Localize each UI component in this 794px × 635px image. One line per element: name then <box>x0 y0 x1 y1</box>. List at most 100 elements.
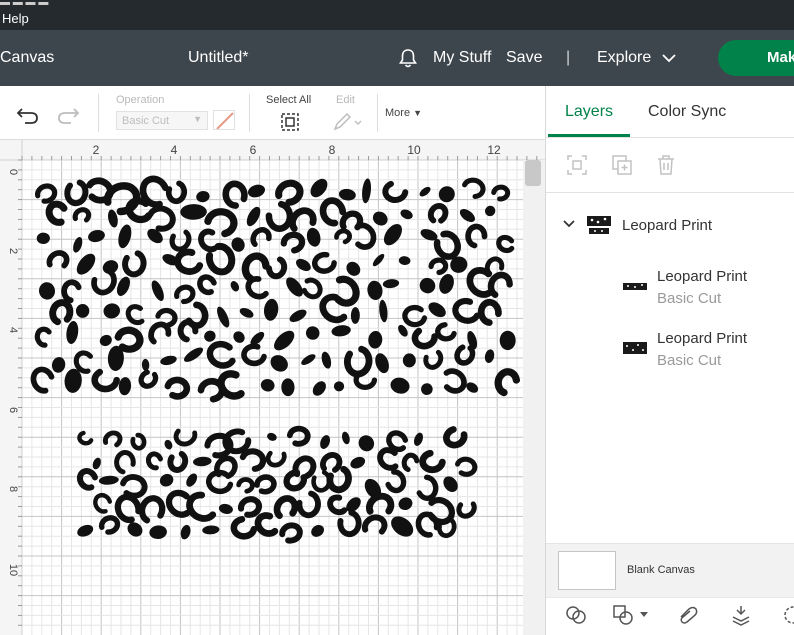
blank-canvas-thumbnail[interactable] <box>558 551 616 590</box>
undo-icon[interactable] <box>16 106 40 126</box>
collapse-chevron-icon[interactable] <box>562 219 576 229</box>
blank-canvas-label: Blank Canvas <box>627 564 695 576</box>
leopard-spot <box>250 227 272 248</box>
leopard-spot <box>353 369 378 390</box>
ruler-top-label: 8 <box>329 143 336 157</box>
chevron-down-icon[interactable] <box>661 52 677 64</box>
leopard-spot <box>114 326 144 353</box>
leopard-spot <box>233 331 245 343</box>
canvas-breadcrumb[interactable]: Canvas <box>0 49 54 67</box>
color-swatch[interactable] <box>213 110 235 130</box>
duplicate-icon[interactable] <box>610 153 634 177</box>
layer-name[interactable]: Leopard Print <box>657 330 747 347</box>
design-canvas[interactable]: 2 4 6 8 10 12 0 2 4 6 8 10 <box>0 140 545 635</box>
leopard-spot <box>496 234 515 254</box>
leopard-spot <box>130 432 147 451</box>
edit-pencil-icon[interactable] <box>332 112 364 132</box>
operation-value: Basic Cut <box>122 115 170 127</box>
leopard-spot <box>398 256 411 265</box>
layers-panel: Layers Color Sync Leopard Print Leopard … <box>545 86 794 635</box>
save-button[interactable]: Save <box>506 49 542 67</box>
ruler-top-label: 12 <box>487 143 501 157</box>
combine-caret-icon[interactable] <box>639 611 649 619</box>
leopard-spot <box>320 435 331 449</box>
layer-name[interactable]: Leopard Print <box>657 268 747 285</box>
slice-icon[interactable] <box>565 604 587 626</box>
operation-label: Operation <box>116 94 165 106</box>
ruler-left-label: 6 <box>7 407 19 413</box>
tab-color-sync[interactable]: Color Sync <box>648 103 726 121</box>
leopard-spot <box>421 383 433 396</box>
leopard-spot <box>499 330 516 351</box>
leopard-spot <box>77 430 94 446</box>
leopard-spot <box>428 257 449 276</box>
layer-operation: Basic Cut <box>657 352 722 369</box>
leopard-spot <box>321 351 332 369</box>
ruler-left-label: 8 <box>7 486 19 492</box>
leopard-spot <box>265 450 287 468</box>
my-stuff-link[interactable]: My Stuff <box>433 49 491 67</box>
operation-select[interactable]: Basic Cut ▼ <box>116 111 208 130</box>
attach-icon[interactable] <box>677 604 699 626</box>
leopard-spot <box>484 205 496 217</box>
leopard-print-top[interactable] <box>30 175 521 403</box>
ruler-top-label: 10 <box>407 143 421 157</box>
make-button[interactable]: Mak <box>718 40 794 76</box>
leopard-spot <box>164 439 173 450</box>
document-title[interactable]: Untitled* <box>188 49 248 67</box>
leopard-spot <box>337 509 362 538</box>
ruler-left-label: 2 <box>7 248 19 254</box>
explore-menu[interactable]: Explore <box>597 49 651 67</box>
leopard-spot <box>274 330 295 351</box>
leopard-spot <box>439 273 454 294</box>
leopard-spot <box>462 177 486 200</box>
app-header: Canvas Untitled* My Stuff Save | Explore… <box>0 30 794 86</box>
combine-icon[interactable] <box>612 604 634 626</box>
more-menu[interactable]: More ▼ <box>385 107 422 119</box>
leopard-spot <box>174 248 204 275</box>
redo-icon[interactable] <box>56 106 80 126</box>
leopard-spot <box>382 180 409 203</box>
leopard-spot <box>465 223 488 249</box>
leopard-spot <box>64 179 89 207</box>
select-all-icon[interactable] <box>280 112 300 132</box>
leopard-spot <box>76 468 98 491</box>
leopard-spot <box>45 200 68 226</box>
leopard-spot <box>402 304 428 328</box>
leopard-spot <box>141 358 150 372</box>
layer-group-name[interactable]: Leopard Print <box>622 217 712 234</box>
notification-bell-icon[interactable] <box>397 47 419 69</box>
layer-actions <box>546 138 794 193</box>
leopard-spot <box>419 277 436 294</box>
trash-icon[interactable] <box>654 153 678 177</box>
leopard-spot <box>206 340 236 369</box>
leopard-spot <box>177 319 199 343</box>
leopard-spot <box>372 211 388 226</box>
edit-toolbar: Operation Basic Cut ▼ Select All Edit Mo… <box>0 86 545 140</box>
vertical-scrollbar-thumb[interactable] <box>525 160 541 186</box>
flatten-icon[interactable] <box>730 604 752 626</box>
group-icon[interactable] <box>565 153 589 177</box>
leopard-spot <box>416 474 439 501</box>
leopard-spot <box>138 495 166 524</box>
leopard-spot <box>267 432 277 441</box>
menu-help[interactable]: Help <box>2 11 29 26</box>
leopard-spot <box>254 474 277 495</box>
leopard-spot <box>204 330 216 342</box>
leopard-spot <box>193 456 212 467</box>
toolbar-divider <box>249 94 250 132</box>
toolbar-divider <box>377 94 378 132</box>
contour-icon[interactable] <box>782 604 794 626</box>
leopard-spot <box>102 430 123 448</box>
leopard-spot <box>368 331 383 349</box>
leopard-spot <box>341 431 350 445</box>
tab-layers[interactable]: Layers <box>565 103 613 121</box>
leopard-spot <box>245 276 269 300</box>
leopard-print-bottom[interactable] <box>75 425 478 544</box>
select-all-label: Select All <box>266 94 312 106</box>
leopard-spot <box>36 232 50 245</box>
leopard-spot <box>452 298 481 324</box>
ruler-top-label: 4 <box>171 143 178 157</box>
vertical-scrollbar-track[interactable] <box>523 160 545 635</box>
layer-operation: Basic Cut <box>657 290 722 307</box>
